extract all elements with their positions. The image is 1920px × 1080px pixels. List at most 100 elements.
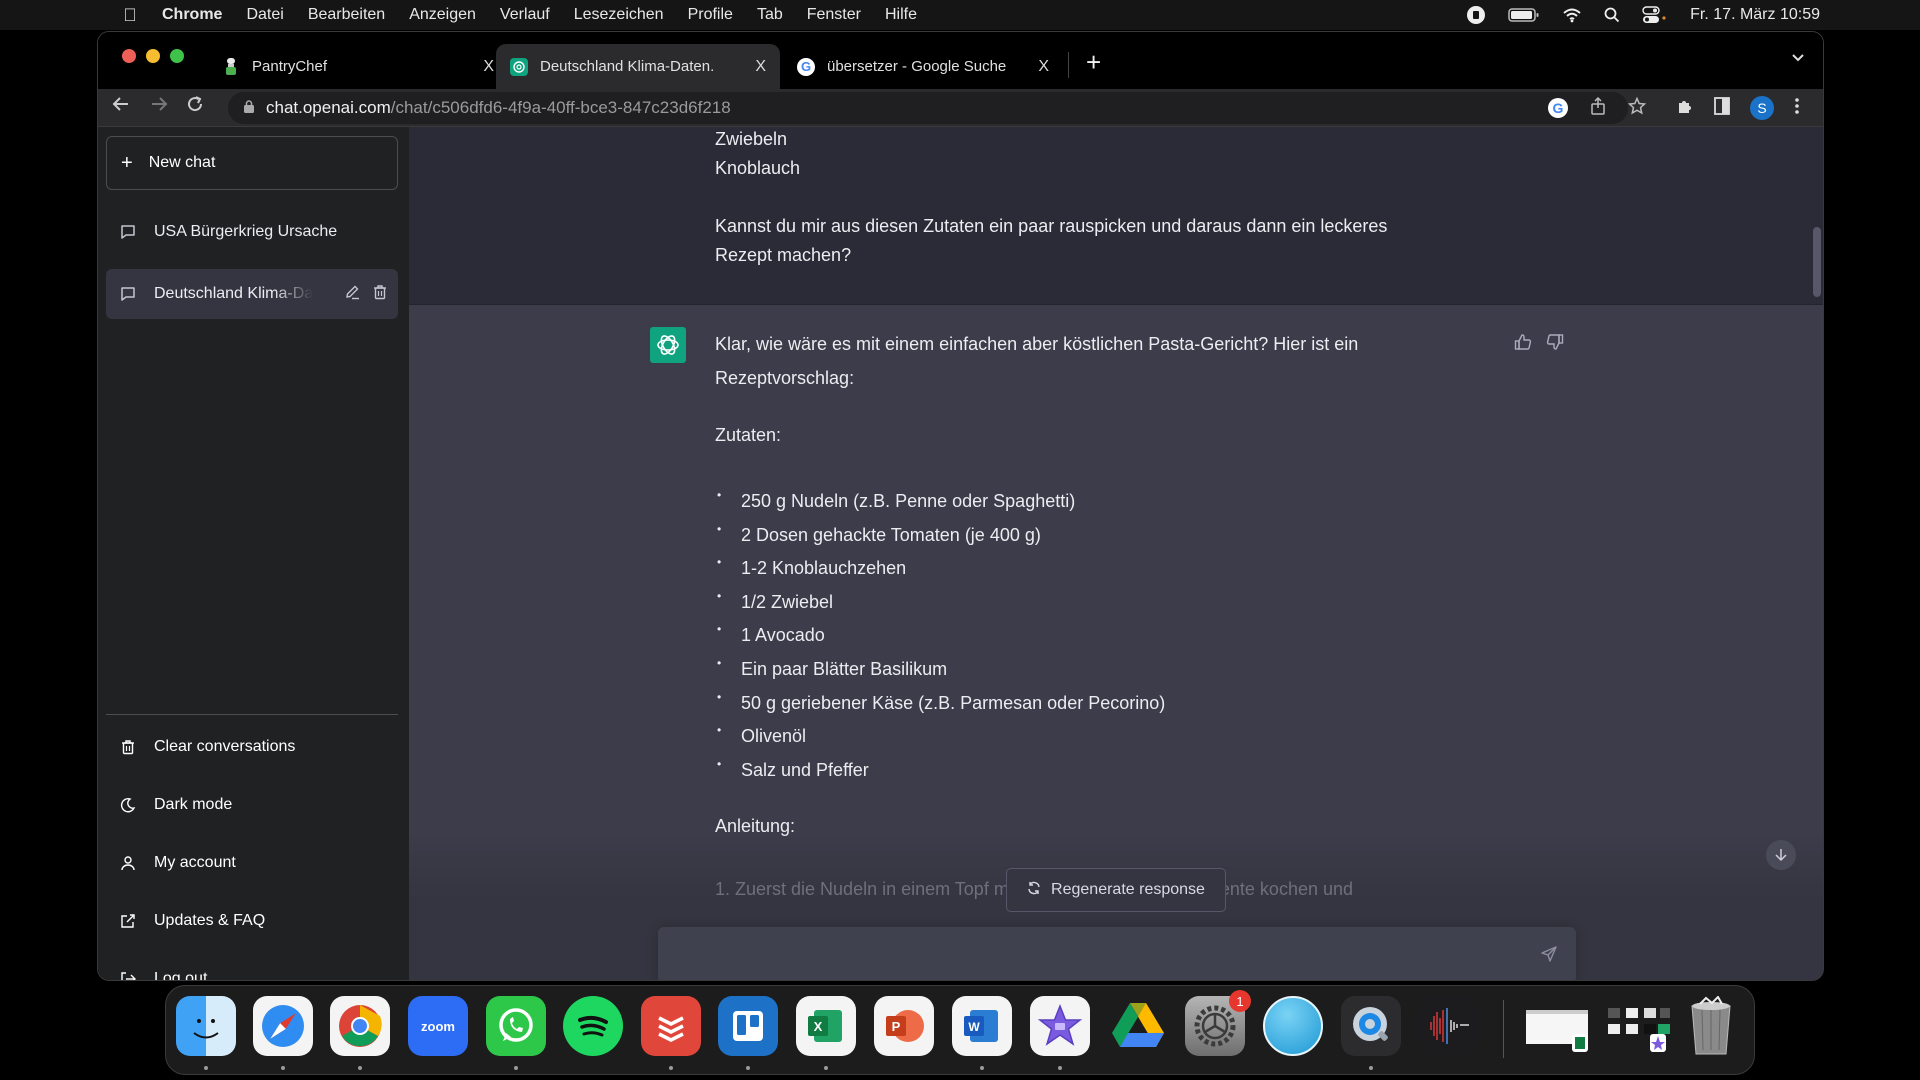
url-host: chat.openai.com [266,98,391,117]
conversation-title: USA Bürgerkrieg Ursache [154,223,338,240]
whatsapp-icon [499,1008,533,1042]
user-message-line: Knoblauch [715,158,801,178]
finder-icon [193,1019,219,1039]
window-thumbnail-icon [1526,1010,1588,1052]
tab-separator [1068,52,1069,78]
dock-finder[interactable] [176,996,236,1056]
dock-spotify[interactable] [563,996,623,1056]
menu-tab[interactable]: Tab [757,6,783,24]
google-lens-icon[interactable]: G [1548,98,1568,118]
dock-blue-circle-app[interactable] [1263,996,1323,1056]
message-input[interactable] [674,927,1524,980]
new-tab-button[interactable]: + [1086,47,1101,78]
ingredient-item: 1/2 Zwiebel [715,580,1165,620]
menu-lesezeichen[interactable]: Lesezeichen [574,6,664,24]
send-icon[interactable] [1540,945,1558,968]
page-scrollbar[interactable] [1813,227,1821,297]
dock-google-drive[interactable] [1108,996,1168,1056]
chrome-menu-icon[interactable] [1794,97,1800,120]
profile-avatar[interactable]: S [1750,96,1774,120]
menu-bearbeiten[interactable]: Bearbeiten [308,6,385,24]
menu-app-name[interactable]: Chrome [162,6,222,24]
edit-pencil-icon[interactable] [344,284,360,305]
conversation-item[interactable]: USA Bürgerkrieg Ursache [106,207,398,257]
dock-minimized-window-excel[interactable] [1524,996,1594,1056]
lock-icon[interactable] [244,100,254,116]
user-message-line: Zwiebeln [715,129,788,149]
dock-chrome[interactable] [330,996,390,1056]
chatgpt-page: + New chat USA Bürgerkrieg Ursache Deuts… [98,127,1823,980]
control-center-icon[interactable] [1642,6,1668,24]
delete-trash-icon[interactable] [372,284,388,305]
menu-datei[interactable]: Datei [246,6,283,24]
zoom-window-button[interactable] [170,49,184,63]
my-account-button[interactable]: My account [106,841,398,885]
zoom-app-label: zoom [421,1018,455,1034]
forward-button[interactable] [150,95,168,119]
dock-whatsapp[interactable] [486,996,546,1056]
clear-conversations-button[interactable]: Clear conversations [106,725,398,769]
dock-powerpoint[interactable]: P [874,996,934,1056]
scroll-to-bottom-button[interactable] [1766,840,1796,870]
apple-menu-icon[interactable]:  [120,5,140,26]
reload-button[interactable] [186,95,204,119]
dock-minimized-window-imovie[interactable] [1604,996,1674,1056]
minimize-window-button[interactable] [146,49,160,63]
new-chat-button[interactable]: + New chat [106,136,398,190]
dock-imovie[interactable] [1030,996,1090,1056]
ingredient-item: 50 g geriebener Käse (z.B. Parmesan oder… [715,681,1165,721]
extensions-puzzle-icon[interactable] [1676,97,1694,120]
ingredient-item: Olivenöl [715,714,1165,754]
menu-anzeigen[interactable]: Anzeigen [409,6,476,24]
conversation-item-active[interactable]: Deutschland Klima-Da [106,269,398,319]
tab-close-button[interactable]: X [483,58,494,76]
dock-trello[interactable] [718,996,778,1056]
screen-record-icon[interactable] [1466,5,1486,25]
close-window-button[interactable] [122,49,136,63]
menu-profile[interactable]: Profile [688,6,733,24]
menu-hilfe[interactable]: Hilfe [885,6,917,24]
svg-text:P: P [892,1019,901,1034]
share-icon[interactable] [1590,96,1606,120]
thumbs-down-icon[interactable] [1546,333,1564,356]
dock-excel[interactable]: X [796,996,856,1056]
tab-deutschland-klima-daten[interactable]: Deutschland Klima-Daten. X [496,44,780,89]
menubar-clock[interactable]: Fr. 17. März 10:59 [1690,6,1820,24]
spotify-icon [578,1015,608,1037]
ingredient-item: 1-2 Knoblauchzehen [715,546,1165,586]
regenerate-response-button[interactable]: Regenerate response [1006,868,1226,912]
running-indicator [980,1066,984,1070]
tab-search-chevron-icon[interactable] [1791,50,1805,68]
dark-mode-button[interactable]: Dark mode [106,783,398,827]
bookmark-star-icon[interactable] [1627,96,1647,120]
menu-fenster[interactable]: Fenster [807,6,861,24]
openai-icon [510,57,528,76]
dock-system-settings[interactable]: 1 [1185,990,1251,1056]
tab-close-button[interactable]: X [1038,58,1049,76]
dock-trash[interactable] [1681,996,1741,1056]
chat-main: Zwiebeln Knoblauch Kannst du mir aus die… [409,127,1823,980]
my-account-label: My account [154,854,236,871]
tab-pantrychef[interactable]: PantryChef X [208,44,508,89]
excel-icon: X [808,1010,842,1042]
address-bar[interactable]: chat.openai.com /chat/c506dfd6-4f9a-40ff… [228,92,1628,124]
tab-uebersetzer-google-suche[interactable]: G übersetzer - Google Suche X [783,44,1063,89]
ingredient-item: Ein paar Blätter Basilikum [715,647,1165,687]
log-out-button[interactable]: Log out [106,957,398,980]
back-button[interactable] [112,95,130,119]
tab-close-button[interactable]: X [755,58,766,76]
ingredient-item: Salz und Pfeffer [715,748,1165,788]
battery-icon[interactable] [1508,7,1540,23]
wifi-icon[interactable] [1562,7,1582,23]
dock-voice-memos[interactable] [1418,996,1478,1056]
spotlight-search-icon[interactable] [1604,7,1620,23]
side-panel-icon[interactable] [1714,96,1730,120]
dock-safari[interactable] [253,996,313,1056]
dock-todoist[interactable] [641,996,701,1056]
dock-word[interactable]: W [952,996,1012,1056]
updates-faq-link[interactable]: Updates & FAQ [106,899,398,943]
dock-quicktime[interactable] [1341,996,1401,1056]
thumbs-up-icon[interactable] [1514,333,1532,356]
dock-zoom[interactable]: zoom [408,996,468,1056]
menu-verlauf[interactable]: Verlauf [500,6,550,24]
